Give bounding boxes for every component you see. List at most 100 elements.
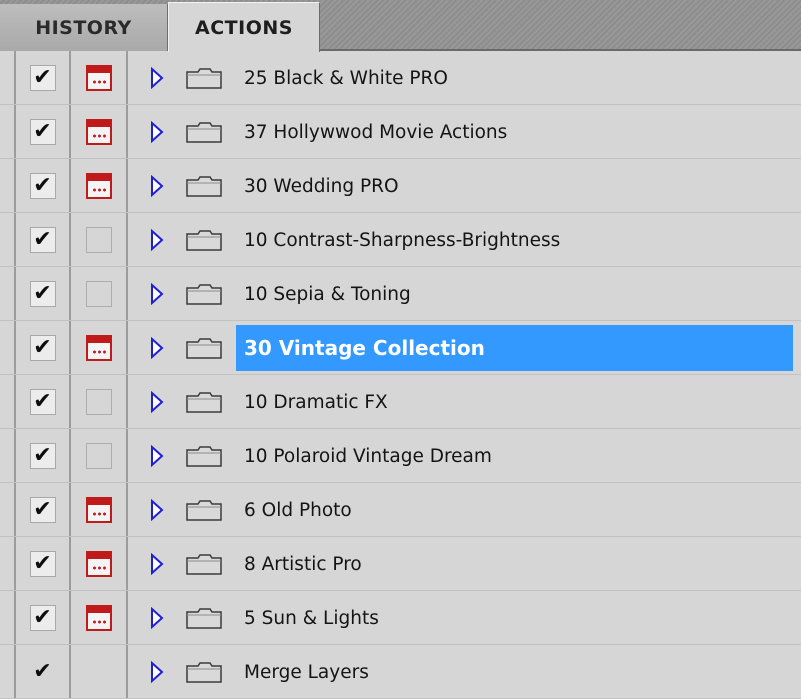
toggle-dialog-cell[interactable] <box>71 537 128 591</box>
check-icon[interactable]: ✔ <box>29 173 56 199</box>
toggle-item-cell[interactable]: ✔ <box>14 375 71 429</box>
action-set-row[interactable]: ✔ Merge Layers <box>0 645 801 699</box>
expand-triangle-icon[interactable] <box>150 391 164 413</box>
toggle-dialog-cell[interactable] <box>71 375 128 429</box>
folder-icon <box>186 554 222 575</box>
toggle-dialog-cell[interactable] <box>71 159 128 213</box>
check-icon[interactable]: ✔ <box>29 227 56 253</box>
action-set-name[interactable]: 25 Black & White PRO <box>236 51 448 105</box>
toggle-item-cell[interactable]: ✔ <box>14 267 71 321</box>
folder-icon <box>186 176 222 197</box>
toggle-item-cell[interactable]: ✔ <box>14 537 71 591</box>
folder-icon <box>186 392 222 413</box>
action-set-name[interactable]: 10 Contrast-Sharpness-Brightness <box>236 213 560 267</box>
dialog-toggle-icon[interactable] <box>85 497 112 523</box>
dialog-toggle-icon[interactable] <box>85 227 112 253</box>
action-set-name[interactable]: 10 Sepia & Toning <box>236 267 411 321</box>
action-set-row[interactable]: ✔ 10 Polaroid Vintage Dream <box>0 429 801 483</box>
check-icon[interactable]: ✔ <box>30 659 56 685</box>
toggle-dialog-cell[interactable] <box>71 429 128 483</box>
check-icon[interactable]: ✔ <box>29 389 56 415</box>
dialog-toggle-icon[interactable] <box>85 443 112 469</box>
toggle-dialog-cell[interactable] <box>71 645 128 699</box>
check-icon[interactable]: ✔ <box>29 443 56 469</box>
expand-triangle-icon[interactable] <box>150 553 164 575</box>
action-set-name[interactable]: 5 Sun & Lights <box>236 591 379 645</box>
folder-icon <box>186 500 222 521</box>
toggle-item-cell[interactable]: ✔ <box>14 321 71 375</box>
expand-triangle-icon[interactable] <box>150 229 164 251</box>
dialog-toggle-icon[interactable] <box>85 605 112 631</box>
toggle-dialog-cell[interactable] <box>71 213 128 267</box>
expand-triangle-icon[interactable] <box>150 121 164 143</box>
action-set-row[interactable]: ✔ 6 Old Photo <box>0 483 801 537</box>
expand-triangle-icon[interactable] <box>150 499 164 521</box>
action-set-row[interactable]: ✔ 30 Vintage Collection <box>0 321 801 375</box>
action-set-row[interactable]: ✔ 5 Sun & Lights <box>0 591 801 645</box>
tab-history[interactable]: HISTORY <box>0 4 168 51</box>
folder-icon <box>186 446 222 467</box>
dialog-toggle-icon[interactable] <box>85 551 112 577</box>
folder-icon <box>186 68 222 89</box>
check-icon[interactable]: ✔ <box>29 551 56 577</box>
action-set-row[interactable]: ✔ 10 Sepia & Toning <box>0 267 801 321</box>
action-set-list: ✔ 25 Black & White PRO ✔ 37 Hollywwod Movie… <box>0 51 801 699</box>
toggle-dialog-cell[interactable] <box>71 321 128 375</box>
expand-triangle-icon[interactable] <box>150 337 164 359</box>
check-icon[interactable]: ✔ <box>29 65 56 91</box>
toggle-dialog-cell[interactable] <box>71 483 128 537</box>
action-set-name[interactable]: 37 Hollywwod Movie Actions <box>236 105 507 159</box>
folder-icon <box>186 338 222 359</box>
check-icon[interactable]: ✔ <box>29 119 56 145</box>
check-icon[interactable]: ✔ <box>29 497 56 523</box>
toggle-item-cell[interactable]: ✔ <box>14 645 71 699</box>
action-set-name[interactable]: 6 Old Photo <box>236 483 352 537</box>
actions-panel: HISTORY ACTIONS ✔ 25 Black & White PRO ✔ 37… <box>0 0 801 699</box>
check-icon[interactable]: ✔ <box>29 335 56 361</box>
check-icon[interactable]: ✔ <box>29 605 56 631</box>
folder-icon <box>186 608 222 629</box>
dialog-toggle-icon[interactable] <box>85 335 112 361</box>
action-set-row[interactable]: ✔ 37 Hollywwod Movie Actions <box>0 105 801 159</box>
action-set-name[interactable]: Merge Layers <box>236 645 369 699</box>
action-set-name[interactable]: 30 Vintage Collection <box>236 325 793 371</box>
check-icon[interactable]: ✔ <box>29 281 56 307</box>
tab-actions[interactable]: ACTIONS <box>168 2 320 52</box>
action-set-name[interactable]: 30 Wedding PRO <box>236 159 399 213</box>
action-set-row[interactable]: ✔ 10 Contrast-Sharpness-Brightness <box>0 213 801 267</box>
folder-icon <box>186 230 222 251</box>
toggle-item-cell[interactable]: ✔ <box>14 483 71 537</box>
action-set-row[interactable]: ✔ 10 Dramatic FX <box>0 375 801 429</box>
action-set-row[interactable]: ✔ 8 Artistic Pro <box>0 537 801 591</box>
dialog-toggle-icon[interactable] <box>86 659 112 685</box>
dialog-toggle-icon[interactable] <box>85 173 112 199</box>
action-set-row[interactable]: ✔ 30 Wedding PRO <box>0 159 801 213</box>
expand-triangle-icon[interactable] <box>150 175 164 197</box>
dialog-toggle-icon[interactable] <box>85 119 112 145</box>
action-set-name[interactable]: 8 Artistic Pro <box>236 537 362 591</box>
panel-tab-bar: HISTORY ACTIONS <box>0 0 801 52</box>
toggle-dialog-cell[interactable] <box>71 267 128 321</box>
toggle-dialog-cell[interactable] <box>71 105 128 159</box>
expand-triangle-icon[interactable] <box>150 445 164 467</box>
action-set-row[interactable]: ✔ 25 Black & White PRO <box>0 51 801 105</box>
folder-icon <box>186 122 222 143</box>
dialog-toggle-icon[interactable] <box>85 65 112 91</box>
dialog-toggle-icon[interactable] <box>85 281 112 307</box>
dialog-toggle-icon[interactable] <box>85 389 112 415</box>
expand-triangle-icon[interactable] <box>150 607 164 629</box>
toggle-dialog-cell[interactable] <box>71 591 128 645</box>
toggle-item-cell[interactable]: ✔ <box>14 159 71 213</box>
toggle-item-cell[interactable]: ✔ <box>14 591 71 645</box>
toggle-item-cell[interactable]: ✔ <box>14 213 71 267</box>
toggle-item-cell[interactable]: ✔ <box>14 429 71 483</box>
action-set-name[interactable]: 10 Dramatic FX <box>236 375 388 429</box>
expand-triangle-icon[interactable] <box>150 661 164 683</box>
toggle-item-cell[interactable]: ✔ <box>14 51 71 105</box>
expand-triangle-icon[interactable] <box>150 283 164 305</box>
folder-icon <box>186 284 222 305</box>
expand-triangle-icon[interactable] <box>150 67 164 89</box>
action-set-name[interactable]: 10 Polaroid Vintage Dream <box>236 429 492 483</box>
toggle-dialog-cell[interactable] <box>71 51 128 105</box>
toggle-item-cell[interactable]: ✔ <box>14 105 71 159</box>
